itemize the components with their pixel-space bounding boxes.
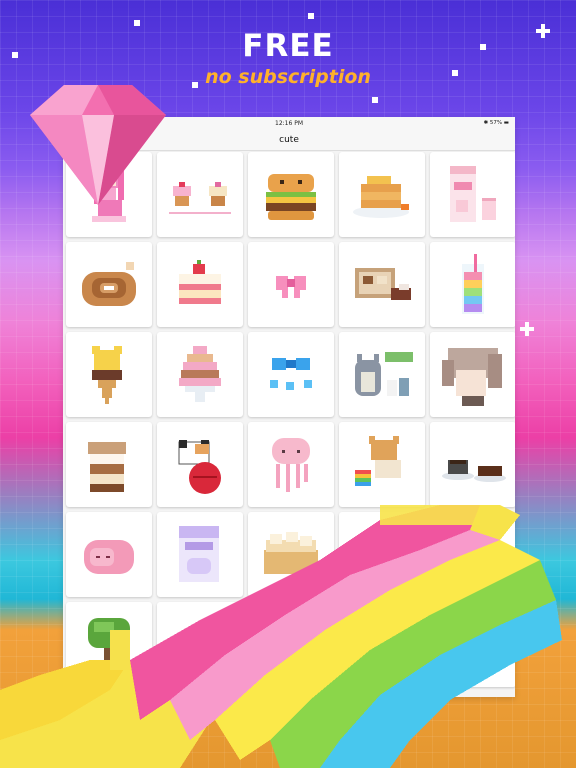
pixel-rainbow-icon — [0, 505, 562, 768]
